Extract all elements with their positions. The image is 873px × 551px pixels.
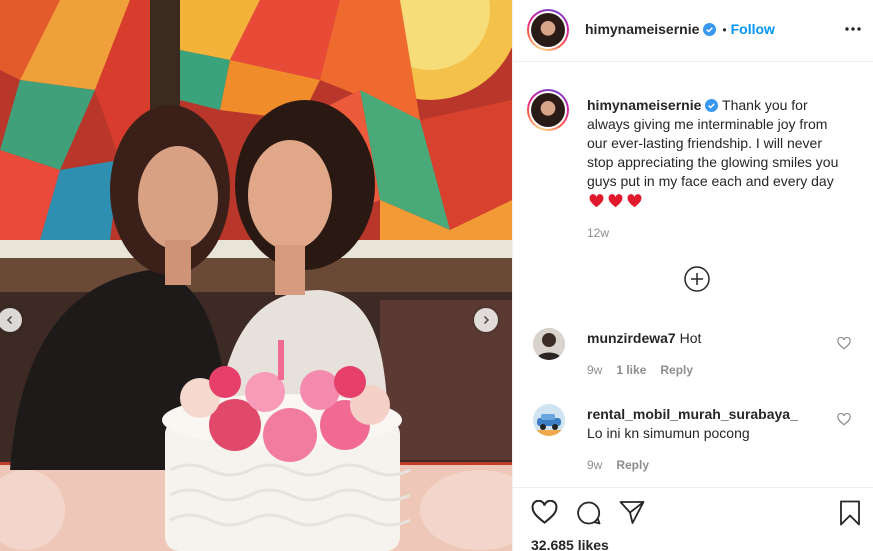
reply-button[interactable]: Reply bbox=[616, 458, 649, 472]
post-caption: himynameisernie Thank you for always giv… bbox=[587, 96, 849, 210]
comment-age: 9w bbox=[587, 458, 603, 472]
comment-text: Lo ini kn simumun pocong bbox=[587, 425, 750, 441]
separator-dot: • bbox=[722, 23, 727, 37]
comment-likes-link[interactable]: 1 like bbox=[616, 363, 646, 377]
heart-icon[interactable] bbox=[837, 413, 851, 426]
comment-meta: 9w 1 like Reply bbox=[587, 363, 707, 377]
comment-username[interactable]: munzirdewa7 bbox=[587, 330, 676, 346]
verified-badge-icon bbox=[703, 23, 717, 36]
caption-username[interactable]: himynameisernie bbox=[587, 97, 701, 113]
avatar-image bbox=[533, 404, 565, 436]
red-heart-icon bbox=[608, 194, 623, 208]
likes-count[interactable]: 32.685 likes bbox=[531, 537, 609, 551]
comment-age: 9w bbox=[587, 363, 603, 377]
comment-body: rental_mobil_murah_surabaya_ Lo ini kn s… bbox=[587, 405, 837, 443]
share-icon[interactable] bbox=[619, 500, 645, 525]
post-image bbox=[0, 0, 512, 551]
avatar-image bbox=[533, 328, 565, 360]
chevron-left-icon bbox=[6, 315, 13, 325]
carousel-next-button[interactable] bbox=[474, 308, 498, 332]
caption-avatar[interactable] bbox=[527, 89, 569, 131]
bookmark-icon[interactable] bbox=[839, 500, 861, 526]
comment-meta: 9w Reply bbox=[587, 458, 663, 472]
reply-button[interactable]: Reply bbox=[660, 363, 693, 377]
add-circle-icon[interactable] bbox=[684, 266, 710, 292]
post-age: 12w bbox=[587, 226, 610, 240]
red-heart-icon bbox=[627, 194, 642, 208]
comment-icon[interactable] bbox=[575, 500, 602, 526]
follow-button[interactable]: Follow bbox=[731, 21, 775, 37]
heart-icon[interactable] bbox=[837, 337, 851, 350]
red-heart-icon bbox=[589, 194, 604, 208]
comment-text: Hot bbox=[679, 330, 702, 346]
comment-avatar[interactable] bbox=[533, 404, 565, 436]
post-panel: himynameisernie • Follow himynameisernie T… bbox=[512, 0, 873, 551]
post-header: himynameisernie • Follow bbox=[513, 0, 873, 62]
comment-avatar[interactable] bbox=[533, 328, 565, 360]
author-line: himynameisernie • Follow bbox=[585, 21, 775, 39]
post-photo[interactable] bbox=[0, 0, 512, 551]
more-options-icon[interactable] bbox=[844, 20, 862, 38]
caption-emoji bbox=[589, 194, 642, 208]
heart-icon[interactable] bbox=[531, 500, 558, 525]
comment-username[interactable]: rental_mobil_murah_surabaya_ bbox=[587, 406, 798, 422]
author-avatar[interactable] bbox=[527, 9, 569, 51]
comment-body: munzirdewa7 Hot bbox=[587, 329, 701, 348]
author-username[interactable]: himynameisernie bbox=[585, 21, 699, 37]
verified-badge-icon bbox=[705, 99, 719, 112]
chevron-right-icon bbox=[483, 315, 490, 325]
